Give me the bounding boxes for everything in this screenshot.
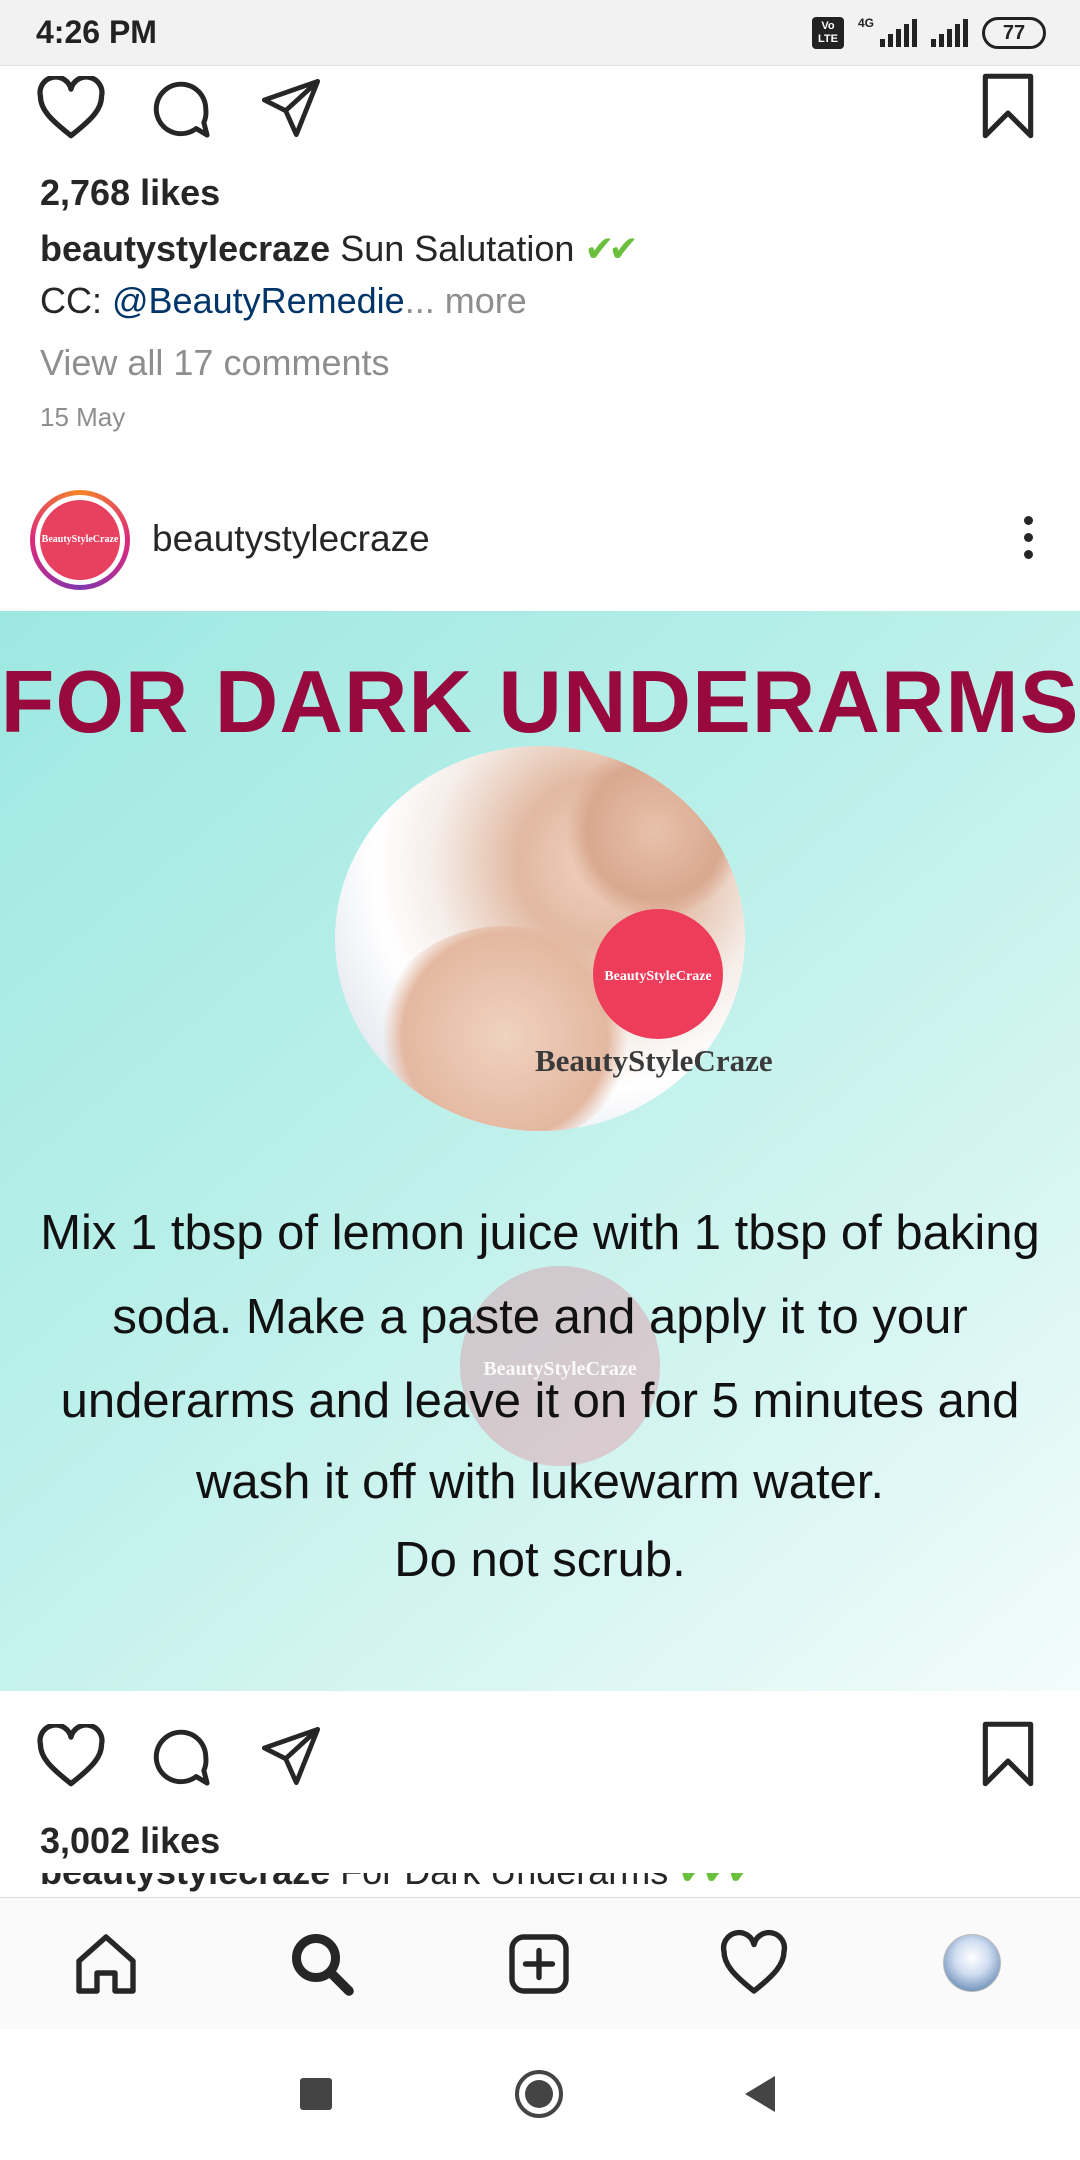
system-nav-bar bbox=[0, 2030, 1080, 2160]
post1-caption-username[interactable]: beautystylecraze bbox=[40, 228, 330, 269]
logo-text: BeautyStyleCraze bbox=[535, 1043, 773, 1078]
volte-icon: Vo LTE bbox=[811, 17, 844, 49]
signal-bars-icon bbox=[880, 19, 917, 47]
check-emoji-icon: ✔✔ bbox=[584, 228, 638, 269]
post2-avatar[interactable]: BeautyStyleCraze bbox=[30, 490, 130, 590]
search-icon[interactable] bbox=[286, 1928, 358, 2000]
post1-caption-cc: CC: @BeautyRemedie... more bbox=[40, 280, 527, 322]
comment-icon[interactable] bbox=[148, 1724, 214, 1790]
battery-icon: 77 bbox=[982, 17, 1046, 49]
post1-caption-text: Sun Salutation bbox=[340, 228, 575, 269]
post2-caption-text: For Dark Underarms bbox=[340, 1873, 668, 1892]
save-bookmark-icon[interactable] bbox=[978, 1720, 1038, 1788]
instruction-line: Do not scrub. bbox=[394, 1533, 686, 1587]
share-direct-icon[interactable] bbox=[258, 1724, 324, 1788]
cc-handle-link[interactable]: @BeautyRemedie bbox=[112, 280, 405, 321]
save-bookmark-icon[interactable] bbox=[978, 72, 1038, 140]
avatar-logo: BeautyStyleCraze bbox=[40, 500, 120, 580]
like-heart-icon[interactable] bbox=[36, 1724, 106, 1788]
image-title: FOR DARK UNDERARMS bbox=[0, 652, 1080, 751]
home-button-icon[interactable] bbox=[515, 2070, 563, 2118]
cc-prefix: CC: bbox=[40, 280, 112, 321]
share-direct-icon[interactable] bbox=[258, 76, 324, 140]
status-time: 4:26 PM bbox=[36, 14, 157, 50]
recent-apps-icon[interactable] bbox=[300, 2078, 332, 2110]
network-type: 4G bbox=[857, 16, 874, 30]
status-icons: Vo LTE 4G 77 bbox=[811, 14, 1046, 52]
home-icon[interactable] bbox=[70, 1928, 142, 2000]
image-instructions: Mix 1 tbsp of lemon juice with 1 tbsp of… bbox=[0, 1191, 1080, 1599]
photo-face bbox=[565, 746, 745, 916]
post1-caption: beautystylecraze Sun Salutation ✔✔ bbox=[40, 228, 639, 270]
comment-icon[interactable] bbox=[148, 76, 214, 142]
view-comments-link[interactable]: View all 17 comments bbox=[40, 342, 390, 384]
more-options-icon[interactable] bbox=[1024, 516, 1040, 567]
post2-image[interactable]: FOR DARK UNDERARMS BeautyStyleCraze Beau… bbox=[0, 611, 1080, 1691]
instruction-line: soda. Make a paste and apply it to your bbox=[112, 1290, 968, 1344]
post2-username[interactable]: beautystylecraze bbox=[152, 518, 430, 560]
back-icon[interactable] bbox=[745, 2076, 775, 2112]
like-heart-icon[interactable] bbox=[36, 76, 106, 140]
post2-header: BeautyStyleCraze beautystylecraze bbox=[0, 480, 1080, 610]
post2-caption: beautystylecraze For Dark Underarms ✔✔✔ bbox=[40, 1873, 751, 1897]
instruction-line: Mix 1 tbsp of lemon juice with 1 tbsp of… bbox=[40, 1206, 1040, 1260]
post2-caption-username[interactable]: beautystylecraze bbox=[40, 1873, 330, 1892]
bottom-nav-bar bbox=[0, 1897, 1080, 2029]
post2-likes[interactable]: 3,002 likes bbox=[40, 1820, 220, 1862]
check-emoji-icon: ✔✔✔ bbox=[678, 1873, 751, 1892]
logo-badge: BeautyStyleCraze bbox=[593, 909, 723, 1039]
signal-bars-icon-2 bbox=[931, 19, 968, 47]
add-post-icon[interactable] bbox=[503, 1928, 575, 2000]
activity-heart-icon[interactable] bbox=[718, 1928, 790, 2000]
post1-date: 15 May bbox=[40, 402, 126, 432]
instruction-line: wash it off with lukewarm water. bbox=[195, 1455, 885, 1509]
caption-more-link[interactable]: ... more bbox=[405, 280, 527, 321]
instruction-line: underarms and leave it on for 5 minutes … bbox=[60, 1374, 1020, 1428]
avatar-border: BeautyStyleCraze bbox=[35, 495, 125, 585]
post1-likes[interactable]: 2,768 likes bbox=[40, 172, 220, 214]
post1-action-bar bbox=[0, 52, 1080, 162]
profile-avatar[interactable] bbox=[943, 1934, 1001, 1992]
post2-action-bar bbox=[0, 1700, 1080, 1810]
